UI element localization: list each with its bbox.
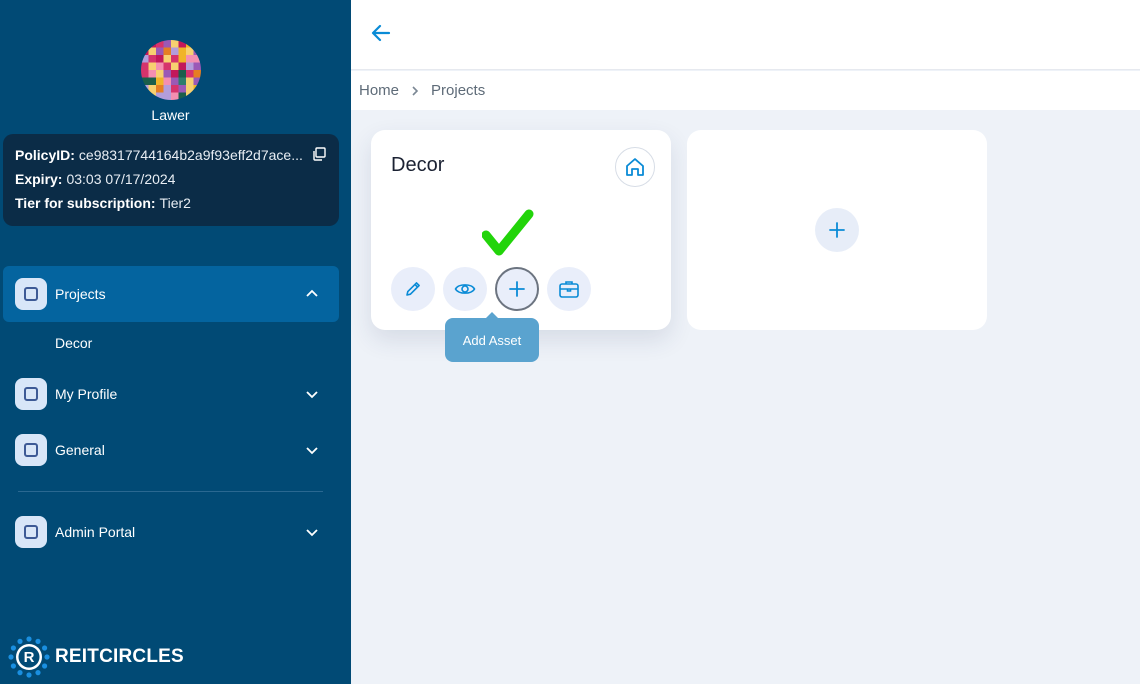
my-profile-nav-icon [15,378,47,410]
nav-sub-item-decor[interactable]: Decor [55,335,92,351]
chevron-down-icon [306,529,318,537]
svg-text:R: R [24,649,35,666]
breadcrumb-projects: Projects [431,82,486,99]
sidebar: Lawer PolicyID: ce98317744164b2a9f93eff2… [0,0,351,684]
home-button[interactable] [615,147,655,187]
eye-icon [454,284,476,294]
policy-card: PolicyID: ce98317744164b2a9f93eff2d7ace.… [3,134,339,226]
nav-label-projects: Projects [55,286,106,302]
breadcrumb: Home Projects [351,71,1140,110]
green-checkmark-icon [482,209,534,256]
projects-nav-icon [15,278,47,310]
add-project-card[interactable] [687,130,987,330]
breadcrumb-home[interactable]: Home [359,82,399,99]
expiry-label: Expiry: [15,171,63,187]
brand-name: REITCIRCLES [55,646,184,667]
briefcase-icon [559,281,579,298]
chevron-right-icon [412,85,419,96]
back-arrow-icon[interactable] [371,24,391,42]
top-bar [351,0,1140,70]
expiry-row: Expiry: 03:03 07/17/2024 [15,171,327,195]
username: Lawer [151,107,190,123]
expiry-value: 03:03 07/17/2024 [66,171,176,187]
chevron-up-icon [306,289,318,297]
add-asset-tooltip: Add Asset [445,312,539,362]
view-button[interactable] [443,267,487,311]
plus-icon [829,222,845,238]
policy-id-label: PolicyID: [15,147,75,163]
reitcircles-logo-icon: R [8,636,50,678]
avatar[interactable] [141,40,201,100]
plus-icon [509,281,525,297]
nav-item-general[interactable]: General [3,422,339,478]
nav-item-my-profile[interactable]: My Profile [3,366,339,422]
policy-id-value: ce98317744164b2a9f93eff2d7ace... [78,147,303,163]
nav-item-admin-portal[interactable]: Admin Portal [3,504,339,560]
project-title: Decor [391,154,445,176]
nav-label-my-profile: My Profile [55,386,118,402]
policy-id-row: PolicyID: ce98317744164b2a9f93eff2d7ace.… [15,147,327,171]
nav-item-projects[interactable]: Projects [3,266,339,322]
portfolio-button[interactable] [547,267,591,311]
chevron-down-icon [306,447,318,455]
chevron-down-icon [306,391,318,399]
nav-label-general: General [55,442,105,458]
add-project-button[interactable] [815,208,859,252]
tier-label: Tier for subscription: [15,195,156,211]
tier-row: Tier for subscription: Tier2 [15,195,327,219]
admin-portal-nav-icon [15,516,47,548]
brand-logo: R REITCIRCLES [8,636,184,678]
home-icon [626,158,644,176]
nav-divider [18,491,323,492]
avatar-image [141,40,201,100]
pencil-icon [406,282,420,296]
general-nav-icon [15,434,47,466]
copy-icon[interactable] [312,147,326,161]
edit-button[interactable] [391,267,435,311]
tier-value: Tier2 [159,195,191,211]
nav-label-admin-portal: Admin Portal [55,524,136,540]
add-asset-button[interactable] [495,267,539,311]
